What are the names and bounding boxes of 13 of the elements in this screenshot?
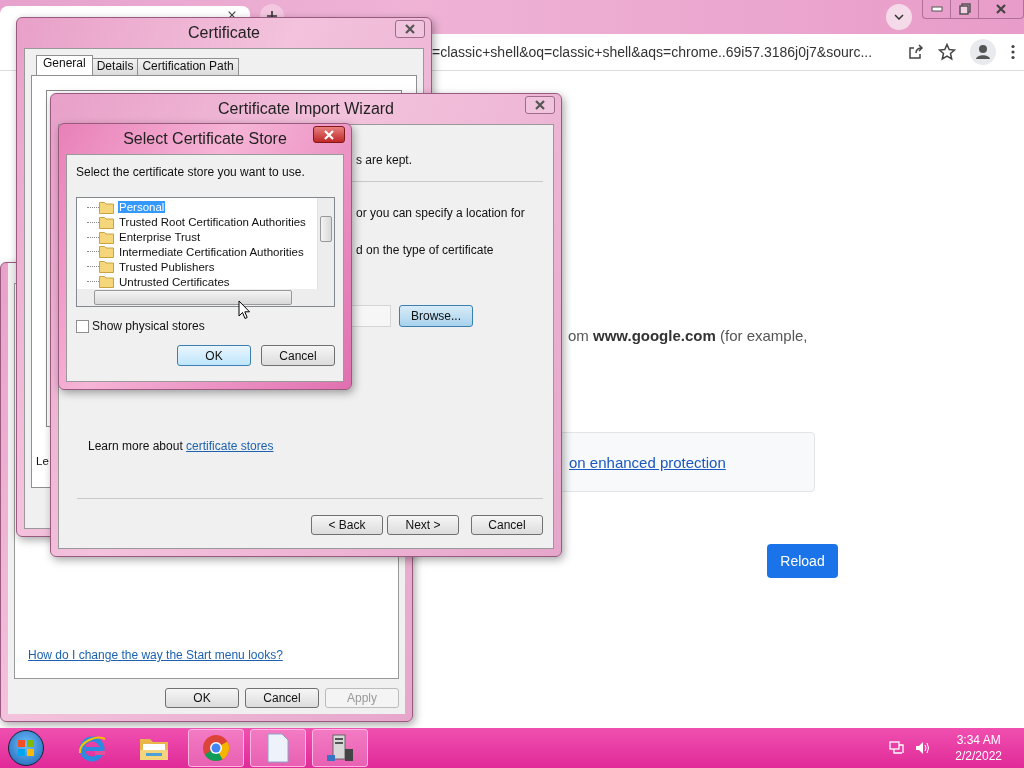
learn-more-text: Learn more about certificate stores <box>88 439 275 453</box>
info-text: Le <box>36 455 49 467</box>
clock-time: 3:34 AM <box>956 733 1001 747</box>
checkbox-label: Show physical stores <box>92 319 205 333</box>
window-title: Select Certificate Store <box>122 129 288 149</box>
wizard-text: s are kept. <box>356 153 414 167</box>
window-title: Certificate Import Wizard <box>216 99 395 119</box>
error-message: om www.google.com (for example, <box>568 327 809 344</box>
wizard-text: d on the type of certificate <box>356 243 495 257</box>
wizard-text: or you can specify a location for <box>356 206 526 220</box>
clock-date: 2/2/2022 <box>955 749 1002 763</box>
prompt-text: Select the certificate store you want to use. <box>76 165 306 179</box>
window-title: Certificate <box>187 23 261 43</box>
